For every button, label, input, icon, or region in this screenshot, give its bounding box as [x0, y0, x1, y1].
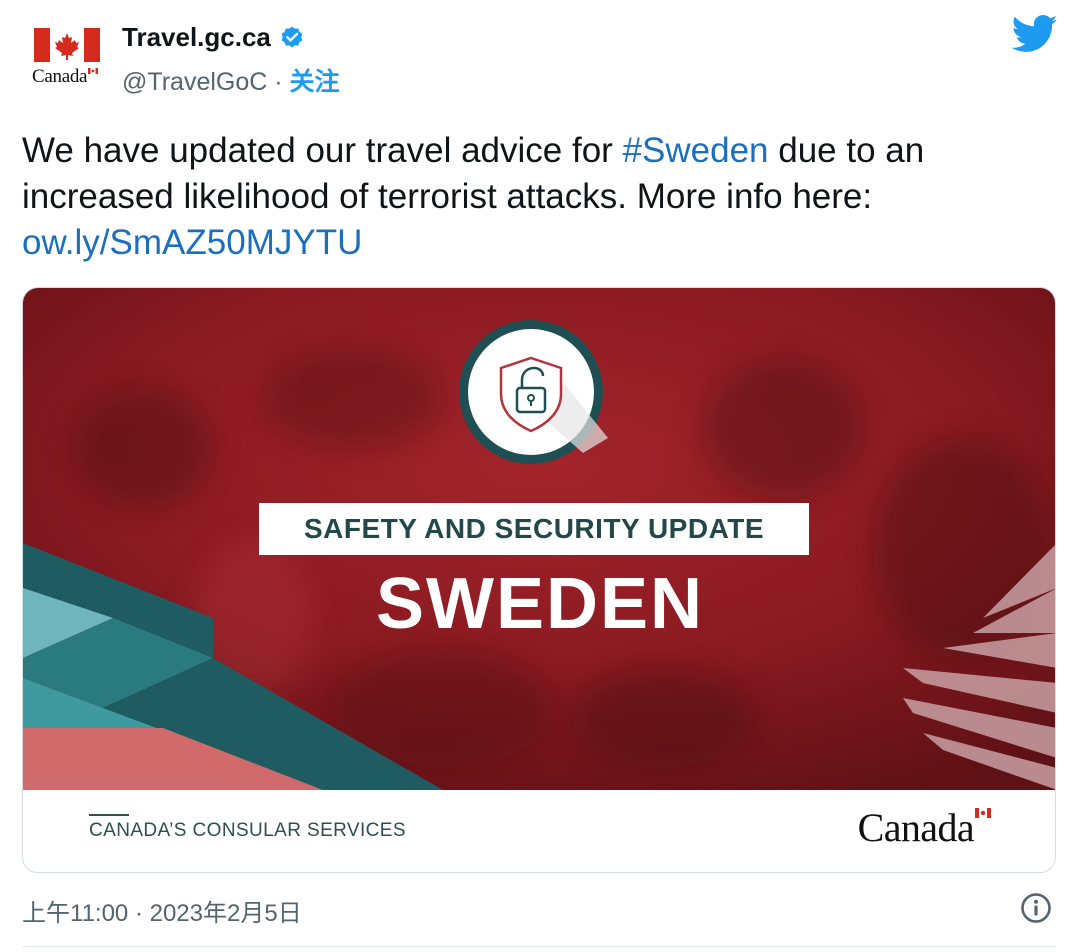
- avatar[interactable]: Canada: [24, 22, 108, 96]
- banner-country: SWEDEN: [375, 564, 705, 644]
- info-icon[interactable]: [1020, 892, 1052, 924]
- follow-button[interactable]: 关注: [290, 68, 340, 96]
- tweet-text-before: We have updated our travel advice for: [22, 131, 623, 170]
- consular-services-text: CANADA’S CONSULAR SERVICES: [89, 820, 406, 841]
- avatar-wordmark: Canada: [32, 66, 99, 88]
- handle-row: @TravelGoC · 关注: [122, 62, 340, 98]
- link-card[interactable]: SAFETY AND SECURITY UPDATE SWEDEN CANADA…: [22, 287, 1056, 873]
- consular-services-label: CANADA’S CONSULAR SERVICES: [89, 814, 406, 842]
- display-name[interactable]: Travel.gc.ca: [122, 22, 271, 53]
- verified-badge-icon: [281, 26, 303, 47]
- handle[interactable]: @TravelGoC: [122, 68, 267, 96]
- tweet-text: We have updated our travel advice for #S…: [22, 128, 1042, 266]
- tweet-header: Canada Travel.gc.ca @TravelGoC · 关注: [0, 0, 1074, 110]
- consular-rule: [89, 814, 129, 816]
- separator: ·: [274, 68, 283, 96]
- canada-wordmark: Canada: [858, 804, 991, 851]
- hashtag-link[interactable]: #Sweden: [623, 131, 769, 170]
- twitter-bird-icon[interactable]: [1012, 14, 1058, 54]
- mini-flag-icon: [975, 808, 991, 818]
- canada-flag-icon: [34, 28, 100, 62]
- url-link[interactable]: ow.ly/SmAZ50MJYTU: [22, 223, 362, 262]
- banner-label: SAFETY AND SECURITY UPDATE: [259, 503, 809, 555]
- mini-flag-icon: [88, 68, 99, 74]
- tweet-timestamp[interactable]: 上午11:00 · 2023年2月5日: [22, 893, 302, 928]
- name-row: Travel.gc.ca: [122, 22, 305, 53]
- canada-wordmark-text: Canada: [857, 805, 975, 850]
- divider: [22, 946, 1056, 947]
- card-footer: CANADA’S CONSULAR SERVICES Canada: [23, 790, 1055, 872]
